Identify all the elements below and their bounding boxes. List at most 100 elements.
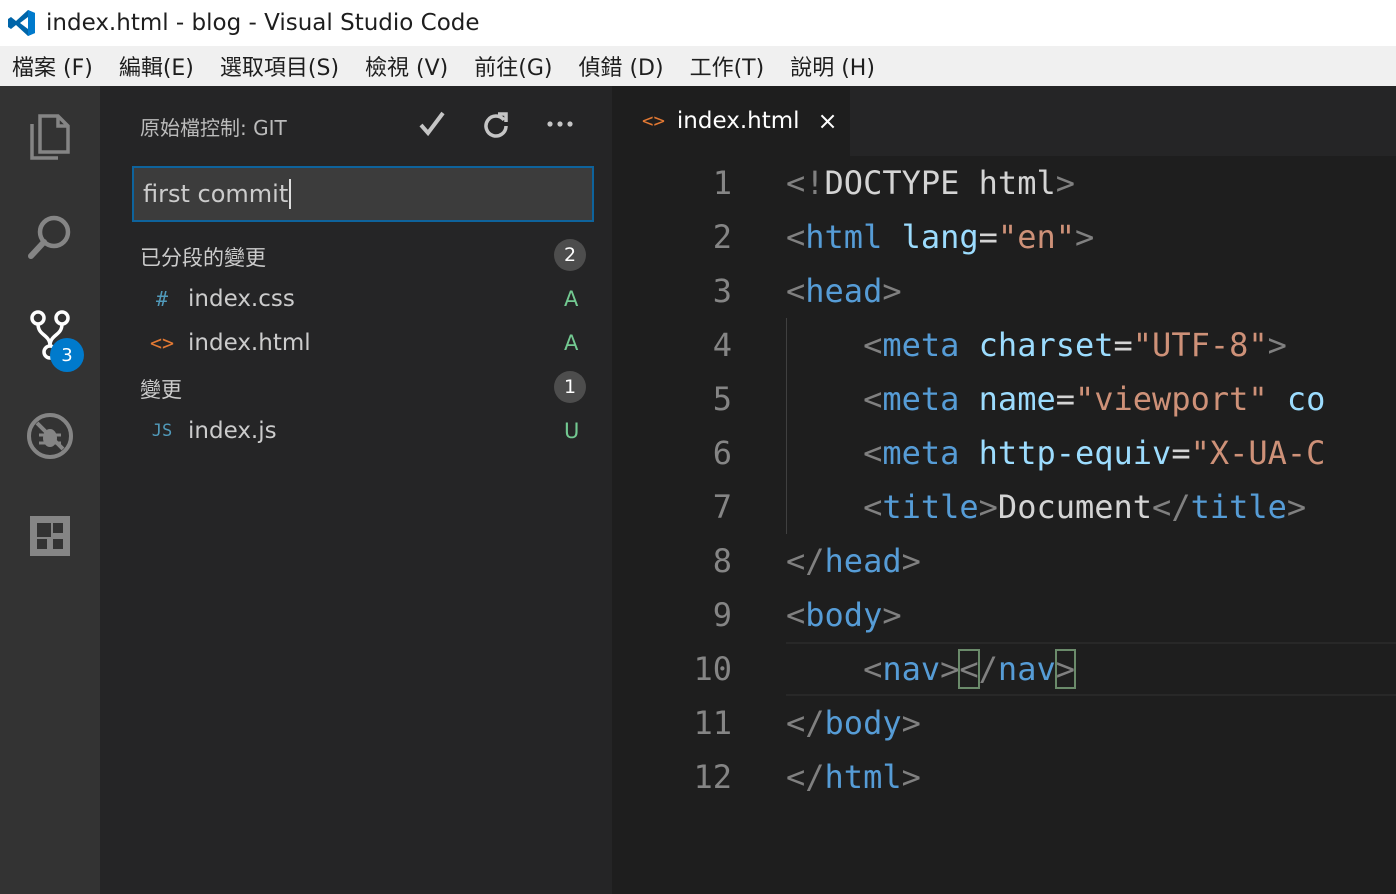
commit-message-input[interactable]: first commit (132, 166, 594, 222)
panel-title: 原始檔控制: GIT (140, 116, 287, 140)
code-token: http-equiv (978, 434, 1172, 472)
editor-tab-bar: <> index.html × (612, 86, 1396, 156)
code-token: < (786, 596, 806, 634)
line-number: 7 (712, 488, 732, 526)
code-token: head (824, 542, 902, 580)
commit-check-icon[interactable] (412, 104, 452, 144)
code-token: < (786, 164, 806, 202)
code-line[interactable]: 7 <title>Document</title> (612, 480, 1396, 534)
line-number: 10 (693, 650, 732, 688)
line-number: 8 (712, 542, 732, 580)
code-line[interactable]: 3 <head> (612, 264, 1396, 318)
code-token: > (940, 650, 960, 688)
line-number: 1 (712, 164, 732, 202)
code-token: </ (786, 542, 825, 580)
code-token: < (786, 218, 806, 256)
css-file-icon: # (155, 287, 169, 311)
code-text: <html lang="en"> (786, 218, 1094, 256)
extensions-icon[interactable] (0, 486, 100, 586)
staged-changes-header[interactable]: 已分段的變更 (140, 242, 266, 272)
changed-file-js[interactable]: JS index.js U (140, 411, 600, 451)
code-token: > (901, 704, 921, 742)
code-text: </head> (786, 542, 921, 580)
code-line[interactable]: 10 <nav></nav> (612, 642, 1396, 696)
refresh-icon[interactable] (476, 104, 516, 144)
code-text: <head> (786, 272, 902, 310)
staged-file-css[interactable]: # index.css A (140, 279, 600, 319)
code-token: > (882, 596, 902, 634)
code-line[interactable]: 9 <body> (612, 588, 1396, 642)
source-control-icon[interactable]: 3 (0, 286, 100, 386)
code-token: < (863, 380, 883, 418)
code-token: / (978, 650, 998, 688)
code-token: body (824, 704, 902, 742)
menu-selection[interactable]: 選取項目(S) (220, 50, 339, 82)
line-number: 6 (712, 434, 732, 472)
code-editor[interactable]: 1 <!DOCTYPE html> 2 <html lang="en"> 3 <head>… (612, 156, 1396, 894)
commit-message-text: first commit (143, 180, 289, 208)
code-text: <meta name="viewport" co (786, 380, 1325, 418)
html-file-icon: <> (642, 110, 665, 132)
tab-index-html[interactable]: <> index.html × (612, 86, 850, 156)
code-line[interactable]: 6 <meta http-equiv="X-UA-C (612, 426, 1396, 480)
bracket-match: < (958, 649, 980, 689)
menu-go[interactable]: 前往(G) (474, 50, 552, 82)
menu-view[interactable]: 檢視 (V) (365, 50, 448, 82)
code-token: meta (882, 434, 960, 472)
staged-file-html[interactable]: <> index.html A (140, 323, 600, 363)
explorer-icon[interactable] (0, 86, 100, 186)
html-file-icon: <> (149, 331, 175, 355)
line-number: 5 (712, 380, 732, 418)
source-control-panel: 原始檔控制: GIT first commit 已分段的變更 2 # index… (100, 86, 612, 894)
code-text: <!DOCTYPE html> (786, 164, 1075, 202)
code-token: > (978, 488, 998, 526)
more-icon[interactable] (540, 104, 580, 144)
close-icon[interactable]: × (818, 107, 838, 135)
code-line[interactable]: 4 <meta charset="UTF-8"> (612, 318, 1396, 372)
changes-header[interactable]: 變更 (140, 374, 182, 404)
activity-bar: 3 (0, 86, 100, 894)
code-token: < (863, 326, 883, 364)
code-line[interactable]: 5 <meta name="viewport" co (612, 372, 1396, 426)
line-number: 2 (712, 218, 732, 256)
code-line[interactable]: 8 </head> (612, 534, 1396, 588)
code-line[interactable]: 1 <!DOCTYPE html> (612, 156, 1396, 210)
scm-badge: 3 (50, 338, 84, 372)
code-token: = (1113, 326, 1133, 364)
code-line[interactable]: 12 </html> (612, 750, 1396, 804)
debug-icon[interactable] (0, 386, 100, 486)
code-token: > (901, 542, 921, 580)
staged-count-badge: 2 (554, 239, 586, 271)
code-token: "viewport" (1074, 380, 1268, 418)
code-text: <title>Document</title> (786, 488, 1306, 526)
menu-edit[interactable]: 編輯(E) (119, 50, 194, 82)
search-icon[interactable] (0, 186, 100, 286)
code-token: < (863, 488, 883, 526)
file-name: index.css (188, 286, 295, 312)
code-token: html (824, 758, 902, 796)
code-text: </html> (786, 758, 921, 796)
code-token: meta (882, 380, 960, 418)
file-status: A (564, 287, 579, 311)
file-status: A (564, 331, 579, 355)
line-number: 9 (712, 596, 732, 634)
bracket-match: > (1054, 649, 1076, 689)
code-line[interactable]: 2 <html lang="en"> (612, 210, 1396, 264)
line-number: 12 (693, 758, 732, 796)
code-token: > (1055, 164, 1075, 202)
code-token: title (882, 488, 979, 526)
menu-file[interactable]: 檔案 (F) (12, 50, 93, 82)
changes-count-badge: 1 (554, 371, 586, 403)
menu-help[interactable]: 說明 (H) (790, 50, 875, 82)
code-token: body (805, 596, 883, 634)
code-token: </ (786, 704, 825, 742)
menu-tasks[interactable]: 工作(T) (690, 50, 765, 82)
code-token: meta (882, 326, 960, 364)
menu-debug[interactable]: 偵錯 (D) (578, 50, 663, 82)
code-line[interactable]: 11 </body> (612, 696, 1396, 750)
